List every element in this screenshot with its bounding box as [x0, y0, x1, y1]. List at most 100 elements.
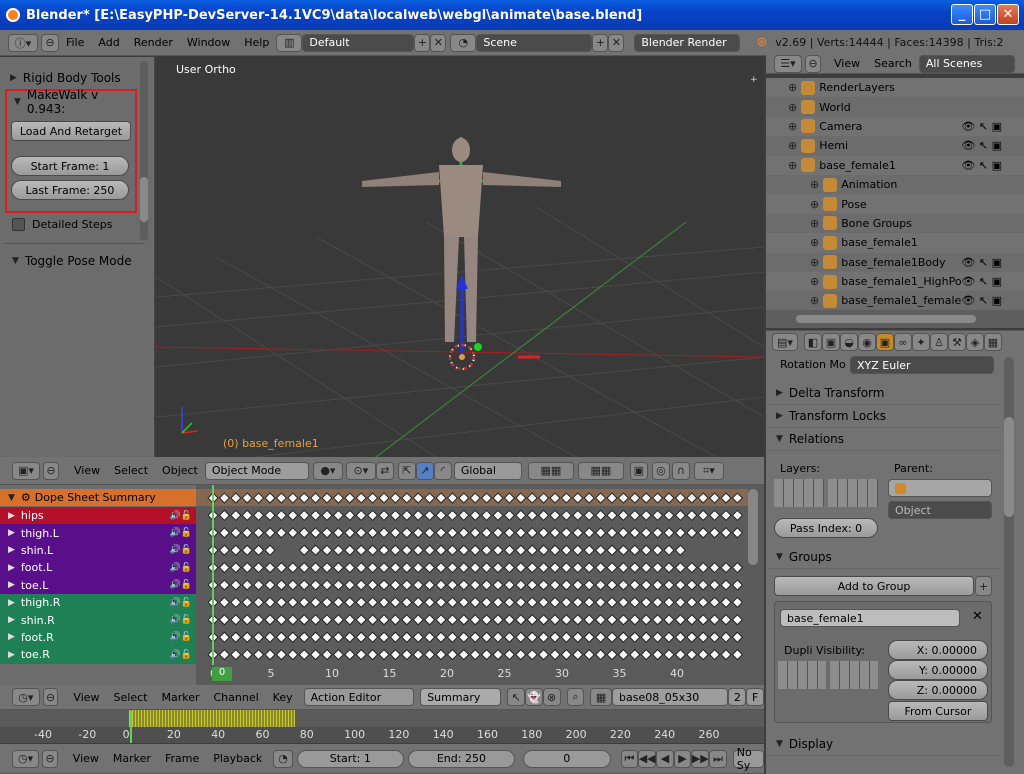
keyframe-diamond[interactable]	[594, 648, 607, 661]
expand-icon[interactable]: ⊕	[810, 275, 819, 288]
keyframe-diamond[interactable]	[458, 509, 470, 522]
keyframe-diamond[interactable]	[344, 614, 356, 626]
keyframe-diamond[interactable]	[423, 631, 436, 643]
keyframe-diamond[interactable]	[401, 579, 413, 591]
delta-transform-panel[interactable]: ▶ Delta Transform	[766, 382, 1002, 405]
bone-tab-icon[interactable]: ⚒	[948, 333, 966, 351]
expand-triangle-icon[interactable]: ▶	[8, 580, 15, 590]
mute-lock-icons[interactable]: 🔊🔓	[170, 615, 192, 625]
keyframe-diamond[interactable]	[412, 631, 424, 643]
mute-lock-icons[interactable]: 🔊🔓	[170, 511, 192, 521]
keyframe-diamond[interactable]	[435, 596, 447, 609]
keyframe-diamond[interactable]	[412, 492, 424, 504]
collapse-menu-icon[interactable]: ⊖	[41, 33, 59, 52]
keyframe-diamond[interactable]	[366, 631, 379, 643]
keyframe-diamond[interactable]	[526, 561, 538, 574]
keyframe-diamond[interactable]	[720, 492, 732, 504]
snap-toggle-icon[interactable]: ∩	[671, 461, 690, 480]
keyframe-diamond[interactable]	[218, 631, 231, 643]
keyframe-diamond[interactable]	[503, 579, 516, 591]
keyframe-diamond[interactable]	[537, 544, 550, 556]
object-tab-icon[interactable]: ▣	[876, 333, 894, 351]
keyframe-diamond[interactable]	[275, 561, 288, 574]
keyframe-diamond[interactable]	[264, 561, 276, 574]
keyframe-diamond[interactable]	[355, 596, 367, 609]
keyframe-diamond[interactable]	[230, 527, 242, 539]
keyframe-diamond[interactable]	[344, 579, 356, 591]
keyframe-diamond[interactable]	[309, 596, 322, 609]
keyframe-diamond[interactable]	[309, 544, 322, 556]
keyframe-diamond[interactable]	[606, 527, 618, 539]
keyframe-diamond[interactable]	[252, 648, 265, 661]
keyframe-diamond[interactable]	[594, 579, 607, 591]
keyframe-diamond[interactable]	[629, 509, 641, 522]
keyframe-diamond[interactable]	[560, 631, 573, 643]
keyframe-diamond[interactable]	[480, 631, 493, 643]
shading-icon[interactable]: ●▾	[312, 461, 343, 480]
editor-type-properties-icon[interactable]: ▤▾	[772, 333, 798, 351]
collapse-menu-icon[interactable]: ⊖	[42, 688, 59, 706]
keyframe-diamond[interactable]	[252, 527, 265, 539]
dupli-layers-b[interactable]	[830, 661, 878, 689]
keyframe-diamond[interactable]	[241, 596, 253, 609]
render-tab-icon[interactable]: ◧	[804, 333, 822, 351]
preview-range-icon[interactable]: ◔	[273, 749, 293, 768]
keyframe-diamond[interactable]	[526, 527, 538, 539]
keyframe-diamond[interactable]	[275, 579, 288, 591]
channel-row[interactable]: ▶ foot.R 🔊🔓	[0, 628, 196, 647]
mute-lock-icons[interactable]: 🔊🔓	[170, 650, 192, 660]
keyframe-diamond[interactable]	[572, 579, 584, 591]
keyframe-diamond[interactable]	[401, 561, 413, 574]
keyframe-diamond[interactable]	[640, 631, 652, 643]
layout-add-icon[interactable]: +	[414, 33, 431, 52]
keyframe-diamond[interactable]	[446, 527, 459, 539]
keyframe-diamond[interactable]	[720, 631, 732, 643]
keyframe-diamond[interactable]	[218, 648, 231, 661]
keyframe-diamond[interactable]	[663, 614, 675, 626]
keyframe-diamond[interactable]	[526, 648, 538, 661]
keyframe-diamond[interactable]	[526, 544, 538, 556]
channel-row[interactable]: ▶ shin.R 🔊🔓	[0, 611, 196, 629]
keyframe-diamond[interactable]	[446, 631, 459, 643]
keyframe-diamond[interactable]	[651, 509, 664, 522]
keyframe-diamond[interactable]	[606, 509, 618, 522]
keyframe-diamond[interactable]	[321, 596, 333, 609]
keyframe-diamond[interactable]	[309, 648, 322, 661]
keyframe-diamond[interactable]	[617, 631, 630, 643]
keyframe-diamond[interactable]	[435, 509, 447, 522]
keyframe-diamond[interactable]	[423, 509, 436, 522]
keyframe-diamond[interactable]	[572, 544, 584, 556]
keyframe-diamond[interactable]	[663, 579, 675, 591]
keyframe-diamond[interactable]	[423, 492, 436, 504]
expand-icon[interactable]: ⊕	[788, 101, 797, 114]
keyframe-diamond[interactable]	[583, 492, 595, 504]
keyframe-diamond[interactable]	[241, 579, 253, 591]
keyframe-diamond[interactable]	[446, 614, 459, 626]
keyframe-diamond[interactable]	[275, 509, 288, 522]
keyframe-diamond[interactable]	[606, 596, 618, 609]
dupli-offset-y[interactable]: Y: 0.00000	[888, 660, 988, 680]
keyframe-diamond[interactable]	[230, 596, 242, 609]
keyframe-diamond[interactable]	[515, 544, 527, 556]
expand-icon[interactable]: ⊕	[788, 81, 797, 94]
keyframe-diamond[interactable]	[606, 561, 618, 574]
keyframe-diamond[interactable]	[697, 631, 709, 643]
keyframe-diamond[interactable]	[617, 509, 630, 522]
keyframe-diamond[interactable]	[651, 596, 664, 609]
keyframe-diamond[interactable]	[264, 648, 276, 661]
keyframe-diamond[interactable]	[332, 648, 345, 661]
rotate-icon[interactable]: ↗	[415, 461, 434, 480]
keyframe-diamond[interactable]	[469, 648, 481, 661]
keyframe-diamond[interactable]	[469, 492, 481, 504]
keyframe-diamond[interactable]	[435, 527, 447, 539]
outliner-row[interactable]: ⊕ base_female1_female 👁 ↖ ▣	[766, 291, 1024, 311]
keyframe-diamond[interactable]	[549, 509, 561, 522]
keyframe-diamond[interactable]	[617, 579, 630, 591]
keyframe-diamond[interactable]	[720, 579, 732, 591]
expand-icon[interactable]: ⊕	[788, 139, 797, 152]
keyframe-diamond[interactable]	[674, 509, 687, 522]
keyframe-diamond[interactable]	[309, 527, 322, 539]
keyframe-diamond[interactable]	[423, 561, 436, 574]
menu-window[interactable]: Window	[180, 36, 237, 49]
keyframe-diamond[interactable]	[252, 614, 265, 626]
